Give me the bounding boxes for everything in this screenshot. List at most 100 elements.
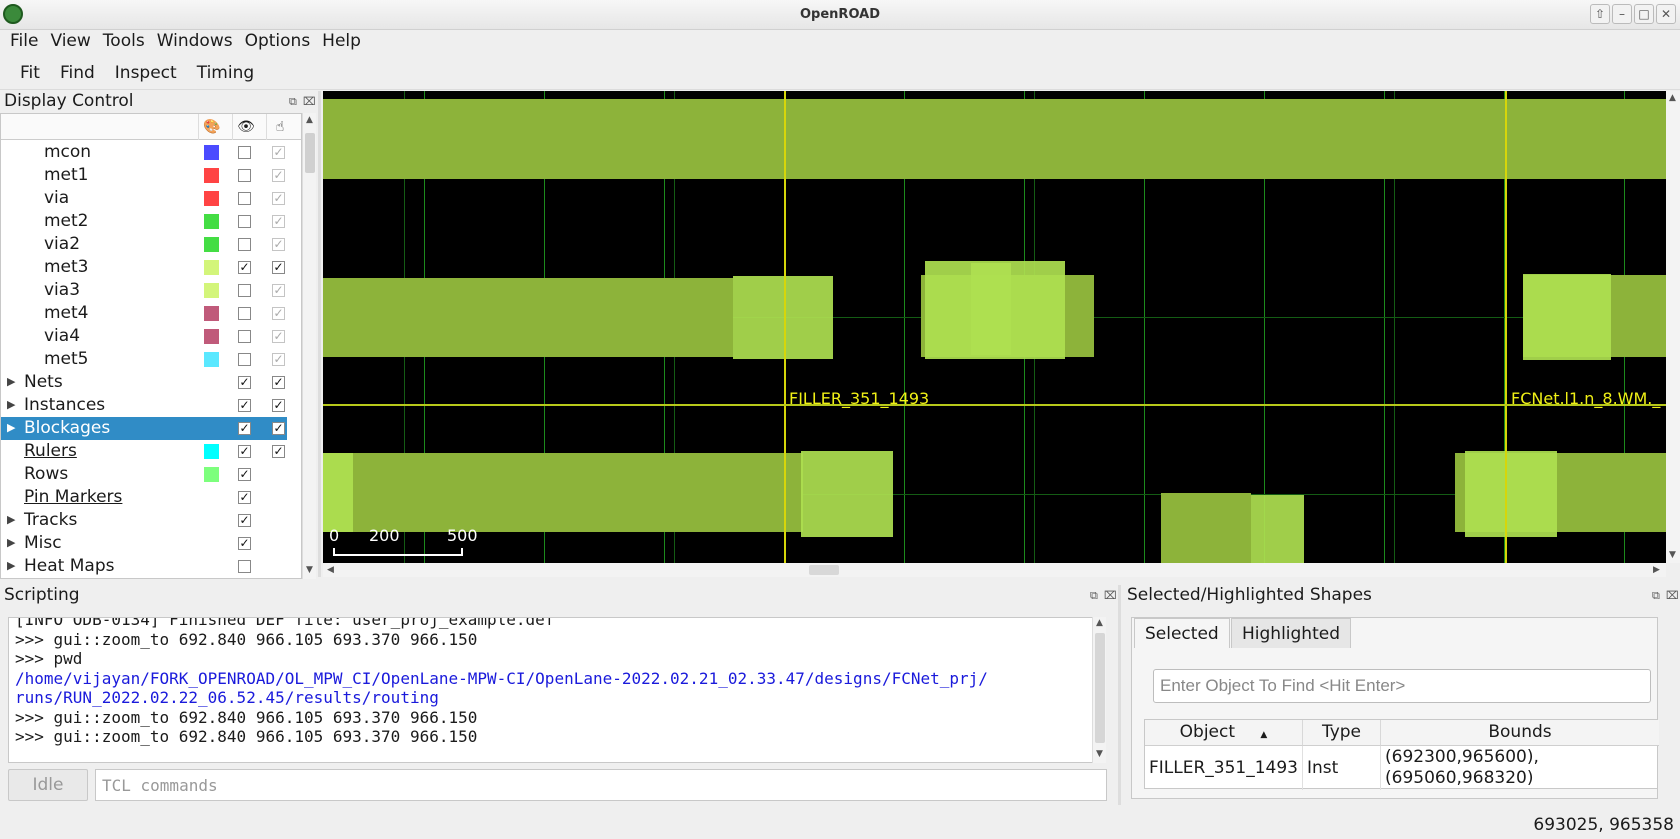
scroll-down-icon[interactable]: ▼ bbox=[1669, 550, 1676, 560]
scroll-left-icon[interactable]: ◀ bbox=[327, 565, 334, 575]
layer-row-met2[interactable]: met2 ✓ bbox=[1, 210, 287, 233]
layer-row-via2[interactable]: via2 ✓ bbox=[1, 233, 287, 256]
visibility-checkbox[interactable]: ✓ bbox=[238, 445, 251, 458]
dock-close-icon[interactable]: ⌧ bbox=[1666, 589, 1679, 602]
layer-row-via[interactable]: via ✓ bbox=[1, 187, 287, 210]
display-control-scrollbar[interactable]: ▲ ▼ bbox=[302, 113, 316, 579]
dock-float-icon[interactable]: ⧉ bbox=[289, 95, 297, 109]
visibility-checkbox[interactable]: ✓ bbox=[238, 422, 251, 435]
color-swatch[interactable] bbox=[204, 260, 219, 275]
column-header-bounds[interactable]: Bounds bbox=[1381, 720, 1659, 746]
color-swatch[interactable] bbox=[204, 444, 219, 459]
layer-row-instances[interactable]: ▶ Instances ✓ ✓ bbox=[1, 394, 287, 417]
expand-arrow-icon[interactable]: ▶ bbox=[7, 421, 15, 434]
selectable-checkbox[interactable]: ✓ bbox=[272, 146, 285, 159]
color-swatch[interactable] bbox=[204, 145, 219, 160]
layer-row-heat-maps[interactable]: ▶ Heat Maps bbox=[1, 555, 287, 578]
visibility-checkbox[interactable]: ✓ bbox=[238, 468, 251, 481]
selectable-checkbox[interactable]: ✓ bbox=[272, 284, 285, 297]
layer-row-misc[interactable]: ▶ Misc ✓ bbox=[1, 532, 287, 555]
color-swatch[interactable] bbox=[204, 191, 219, 206]
layer-row-via3[interactable]: via3 ✓ bbox=[1, 279, 287, 302]
scroll-right-icon[interactable]: ▶ bbox=[1653, 565, 1660, 575]
menu-options[interactable]: Options bbox=[239, 31, 317, 51]
dock-float-icon[interactable]: ⧉ bbox=[1652, 589, 1660, 603]
column-header-object[interactable]: Object ▲ bbox=[1145, 720, 1303, 746]
script-output-scrollbar[interactable]: ▲ ▼ bbox=[1092, 617, 1106, 763]
tab-highlighted[interactable]: Highlighted bbox=[1231, 618, 1351, 648]
menu-windows[interactable]: Windows bbox=[151, 31, 239, 51]
tcl-command-input[interactable] bbox=[95, 769, 1107, 801]
layer-row-pin-markers[interactable]: Pin Markers ✓ bbox=[1, 486, 287, 509]
layer-row-blockages[interactable]: ▶ Blockages ✓ ✓ bbox=[1, 417, 287, 440]
dock-float-icon[interactable]: ⧉ bbox=[1090, 589, 1098, 603]
layer-row-via4[interactable]: via4 ✓ bbox=[1, 325, 287, 348]
layer-row-rulers[interactable]: Rulers ✓ ✓ bbox=[1, 440, 287, 463]
visibility-checkbox[interactable]: ✓ bbox=[238, 514, 251, 527]
visibility-checkbox[interactable] bbox=[238, 215, 251, 228]
selectable-checkbox[interactable]: ✓ bbox=[272, 353, 285, 366]
selectable-checkbox[interactable]: ✓ bbox=[272, 330, 285, 343]
fit-button[interactable]: Fit bbox=[10, 63, 50, 83]
color-swatch[interactable] bbox=[204, 352, 219, 367]
table-cell-type[interactable]: Inst bbox=[1303, 746, 1381, 790]
table-cell-object[interactable]: FILLER_351_1493 bbox=[1145, 746, 1303, 790]
vertical-splitter[interactable] bbox=[1118, 585, 1121, 805]
viewer-vertical-scrollbar[interactable]: ▲ ▼ bbox=[1666, 91, 1680, 563]
color-swatch[interactable] bbox=[204, 283, 219, 298]
expand-arrow-icon[interactable]: ▶ bbox=[7, 559, 15, 572]
visibility-checkbox[interactable] bbox=[238, 146, 251, 159]
vertical-splitter[interactable] bbox=[318, 91, 321, 577]
color-swatch[interactable] bbox=[204, 237, 219, 252]
shade-icon[interactable]: ⇧ bbox=[1590, 4, 1610, 24]
visibility-checkbox[interactable]: ✓ bbox=[238, 491, 251, 504]
layer-row-nets[interactable]: ▶ Nets ✓ ✓ bbox=[1, 371, 287, 394]
layer-row-mcon[interactable]: mcon ✓ bbox=[1, 141, 287, 164]
menu-tools[interactable]: Tools bbox=[97, 31, 151, 51]
visibility-checkbox[interactable] bbox=[238, 330, 251, 343]
layer-row-rows[interactable]: Rows ✓ bbox=[1, 463, 287, 486]
color-swatch[interactable] bbox=[204, 467, 219, 482]
maximize-icon[interactable]: □ bbox=[1634, 4, 1654, 24]
find-button[interactable]: Find bbox=[50, 63, 105, 83]
tab-selected[interactable]: Selected bbox=[1134, 618, 1230, 648]
layout-viewer[interactable]: FILLER_351_1493 FCNet.l1.n_8.WM._ 0 200 … bbox=[323, 91, 1666, 563]
visibility-checkbox[interactable] bbox=[238, 353, 251, 366]
layer-row-met4[interactable]: met4 ✓ bbox=[1, 302, 287, 325]
menu-view[interactable]: View bbox=[44, 31, 96, 51]
visibility-checkbox[interactable]: ✓ bbox=[238, 261, 251, 274]
scroll-thumb[interactable] bbox=[1095, 633, 1105, 743]
layer-row-tracks[interactable]: ▶ Tracks ✓ bbox=[1, 509, 287, 532]
layer-row-met3[interactable]: met3 ✓ ✓ bbox=[1, 256, 287, 279]
visibility-checkbox[interactable] bbox=[238, 192, 251, 205]
expand-arrow-icon[interactable]: ▶ bbox=[7, 375, 15, 388]
find-object-input[interactable] bbox=[1153, 669, 1651, 703]
scroll-up-icon[interactable]: ▲ bbox=[1669, 93, 1676, 103]
script-output[interactable]: [INFO ODB-0134] Finished DEF file: user_… bbox=[8, 617, 1106, 763]
selectable-checkbox[interactable]: ✓ bbox=[272, 215, 285, 228]
visibility-checkbox[interactable]: ✓ bbox=[238, 537, 251, 550]
visibility-checkbox[interactable] bbox=[238, 284, 251, 297]
selectable-checkbox[interactable]: ✓ bbox=[272, 192, 285, 205]
selectable-checkbox[interactable]: ✓ bbox=[272, 261, 285, 274]
scroll-up-icon[interactable]: ▲ bbox=[306, 115, 313, 125]
minimize-icon[interactable]: – bbox=[1612, 4, 1632, 24]
color-swatch[interactable] bbox=[204, 168, 219, 183]
scroll-down-icon[interactable]: ▼ bbox=[1096, 749, 1103, 759]
scroll-thumb[interactable] bbox=[305, 133, 315, 173]
selectable-checkbox[interactable]: ✓ bbox=[272, 238, 285, 251]
inspect-button[interactable]: Inspect bbox=[105, 63, 187, 83]
selectable-checkbox[interactable]: ✓ bbox=[272, 307, 285, 320]
selectable-checkbox[interactable]: ✓ bbox=[272, 376, 285, 389]
expand-arrow-icon[interactable]: ▶ bbox=[7, 398, 15, 411]
visibility-checkbox[interactable]: ✓ bbox=[238, 376, 251, 389]
expand-arrow-icon[interactable]: ▶ bbox=[7, 536, 15, 549]
visibility-checkbox[interactable] bbox=[238, 560, 251, 573]
menu-help[interactable]: Help bbox=[316, 31, 367, 51]
selectable-checkbox[interactable]: ✓ bbox=[272, 399, 285, 412]
color-swatch[interactable] bbox=[204, 214, 219, 229]
viewer-horizontal-scrollbar[interactable]: ◀ ▶ bbox=[323, 563, 1666, 577]
table-cell-bounds[interactable]: (692300,965600), (695060,968320) bbox=[1381, 746, 1659, 790]
dock-close-icon[interactable]: ⌧ bbox=[1104, 589, 1117, 602]
visibility-checkbox[interactable] bbox=[238, 238, 251, 251]
